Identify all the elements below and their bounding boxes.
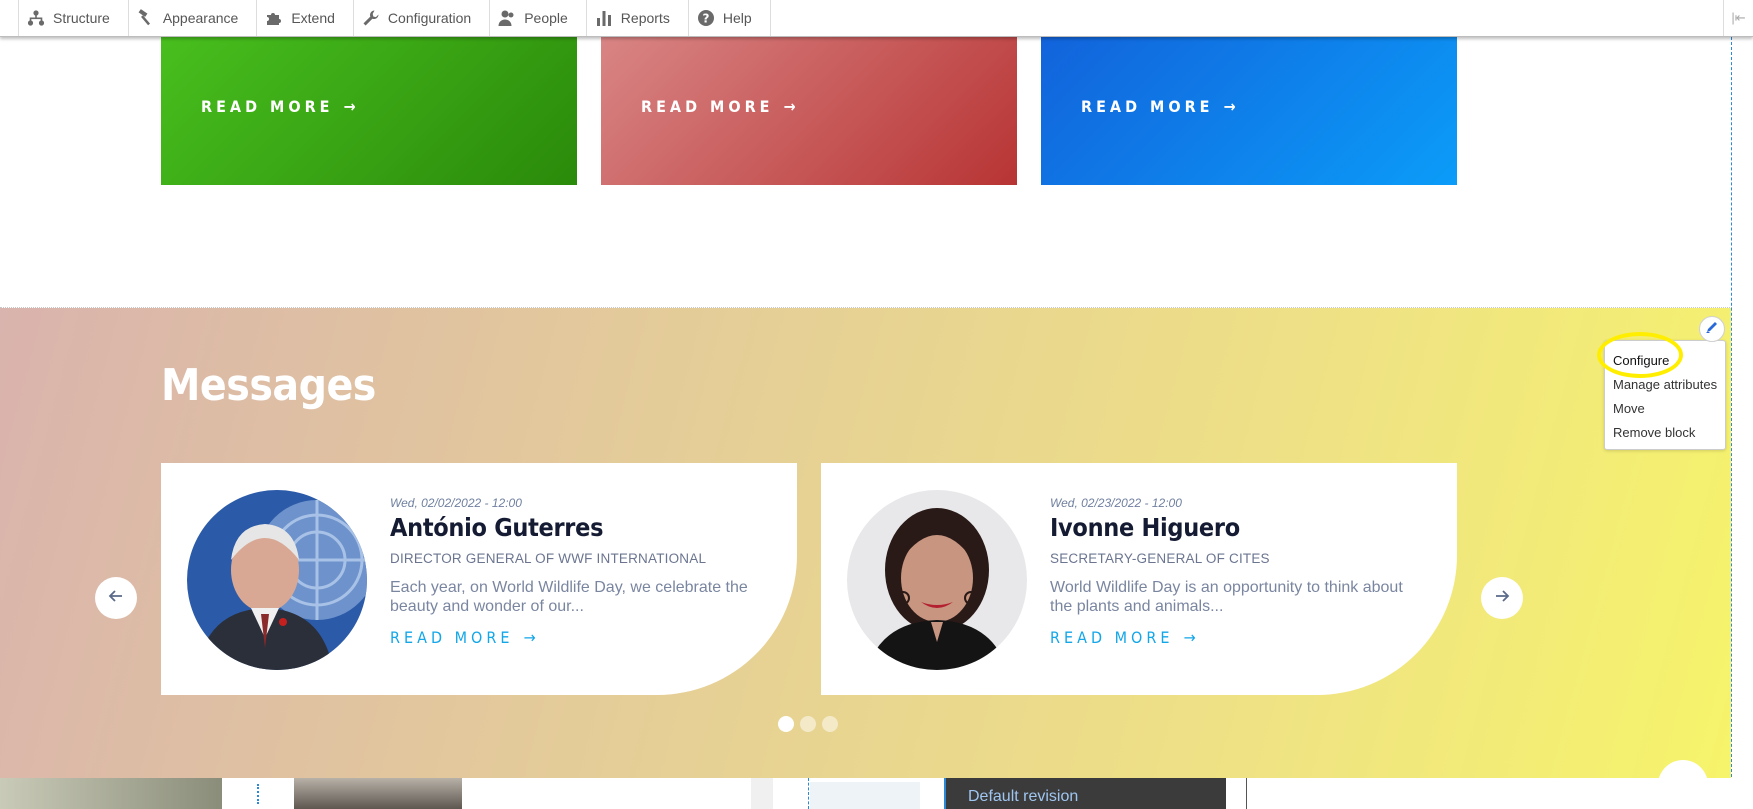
revision-panel[interactable]: Default revision	[944, 778, 1226, 809]
toolbar-label: Help	[722, 10, 752, 26]
message-role: SECRETARY-GENERAL OF CITES	[1050, 551, 1270, 566]
arrow-right-icon: →	[1183, 628, 1200, 647]
slider-pagination	[778, 716, 838, 732]
toolbar-item-reports[interactable]: Reports	[587, 0, 689, 36]
slider-prev-button[interactable]	[95, 577, 137, 619]
arrow-right-icon: →	[343, 97, 360, 116]
read-more-link[interactable]: READ MORE →	[390, 628, 540, 647]
toolbar-label: People	[524, 10, 568, 26]
next-section-preview: Default revision	[0, 760, 1753, 809]
contextual-edit-button[interactable]	[1699, 316, 1725, 342]
toolbar-item-appearance[interactable]: Appearance	[129, 0, 258, 36]
image-thumbnail	[294, 778, 462, 809]
message-card: Wed, 02/02/2022 - 12:00 António Guterres…	[161, 463, 797, 695]
slider-next-button[interactable]	[1481, 577, 1523, 619]
toolbar-item-people[interactable]: People	[490, 0, 587, 36]
arrow-right-icon: →	[783, 97, 800, 116]
messages-section: Messages Wed, 02/02/2022 - 12:00 António…	[0, 308, 1731, 778]
image-thumbnail	[0, 778, 222, 809]
message-card: Wed, 02/23/2022 - 12:00 Ivonne Higuero S…	[821, 463, 1457, 695]
scroll-top-button[interactable]	[1658, 760, 1708, 809]
message-date: Wed, 02/23/2022 - 12:00	[1050, 496, 1182, 510]
contextual-menu: Configure Manage attributes Move Remove …	[1604, 340, 1726, 450]
message-excerpt: Each year, on World Wildlife Day, we cel…	[390, 579, 748, 615]
avatar	[847, 490, 1027, 670]
section-title: Messages	[161, 360, 376, 411]
toolbar-item-structure[interactable]: Structure	[18, 0, 129, 36]
bar-chart-icon	[595, 9, 613, 27]
toolbar-item-configuration[interactable]: Configuration	[354, 0, 491, 36]
toolbar-label: Appearance	[162, 10, 239, 26]
menu-item-manage-attributes[interactable]: Manage attributes	[1605, 373, 1725, 397]
toolbar-label: Reports	[620, 10, 670, 26]
message-role: DIRECTOR GENERAL OF WWF INTERNATIONAL	[390, 551, 707, 566]
person-icon	[498, 9, 516, 27]
arrow-right-icon: →	[523, 628, 540, 647]
avatar	[187, 490, 367, 670]
layout-region-outline	[257, 784, 259, 804]
message-author: António Guterres	[390, 513, 604, 542]
menu-item-move[interactable]: Move	[1605, 397, 1725, 421]
toolbar-label: Extend	[291, 10, 335, 26]
feature-card-green: READ MORE →	[161, 37, 577, 185]
admin-toolbar: Structure Appearance Extend Configuratio…	[0, 0, 1753, 37]
read-more-link[interactable]: READ MORE →	[641, 97, 800, 116]
feature-card-red: READ MORE →	[601, 37, 1017, 185]
help-icon: ?	[697, 9, 715, 27]
feature-card-blue: READ MORE →	[1041, 37, 1457, 185]
read-more-link[interactable]: READ MORE →	[201, 97, 360, 116]
wrench-icon	[362, 9, 380, 27]
toolbar-label: Configuration	[387, 10, 472, 26]
menu-item-remove-block[interactable]: Remove block	[1605, 421, 1725, 445]
read-more-link[interactable]: READ MORE →	[1050, 628, 1200, 647]
toolbar-item-help[interactable]: ? Help	[689, 0, 771, 36]
appearance-icon	[137, 9, 155, 27]
puzzle-icon	[265, 9, 283, 27]
layout-region-outline	[1731, 37, 1732, 777]
arrow-right-icon: →	[1223, 97, 1240, 116]
panel-edge	[751, 778, 773, 809]
message-excerpt: World Wildlife Day is an opportunity to …	[1050, 579, 1403, 615]
panel-edge	[810, 782, 920, 809]
slider-dot[interactable]	[800, 716, 816, 732]
collapse-icon: |⇤	[1731, 10, 1746, 25]
toolbar-label: Structure	[53, 10, 110, 26]
divider	[1246, 778, 1247, 809]
message-date: Wed, 02/02/2022 - 12:00	[390, 496, 522, 510]
menu-item-configure[interactable]: Configure	[1605, 349, 1725, 373]
slider-dot[interactable]	[822, 716, 838, 732]
structure-icon	[27, 9, 45, 27]
message-author: Ivonne Higuero	[1050, 513, 1240, 542]
slider-dot[interactable]	[778, 716, 794, 732]
arrow-right-icon	[1494, 588, 1510, 609]
revision-label: Default revision	[968, 788, 1079, 805]
arrow-left-icon	[108, 588, 124, 609]
read-more-link[interactable]: READ MORE →	[1081, 97, 1240, 116]
toolbar-collapse-button[interactable]: |⇤	[1723, 0, 1753, 36]
svg-text:?: ?	[702, 12, 709, 26]
toolbar-item-extend[interactable]: Extend	[257, 0, 354, 36]
pencil-icon	[1705, 320, 1719, 339]
